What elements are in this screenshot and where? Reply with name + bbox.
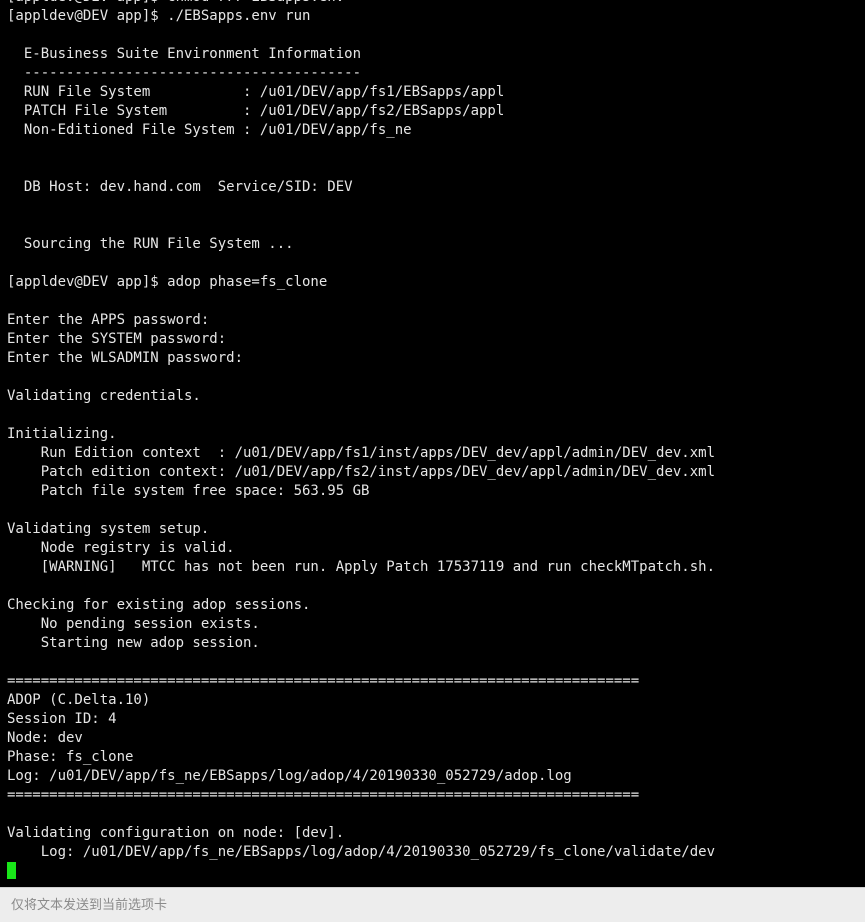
terminal-line-text: Log: /u01/DEV/app/fs_ne/EBSapps/log/adop…: [7, 844, 716, 860]
terminal-line-text: Phase: fs_clone: [7, 749, 134, 765]
terminal-line-text: Initializing.: [7, 426, 117, 442]
terminal-line-text: [WARNING] MTCC has not been run. Apply P…: [7, 559, 716, 575]
terminal-line: Session ID: 4: [7, 710, 865, 729]
terminal-line-text: Node: dev: [7, 730, 83, 746]
terminal-line-text: Starting new adop session.: [7, 635, 260, 651]
terminal-line: Log: /u01/DEV/app/fs_ne/EBSapps/log/adop…: [7, 843, 865, 862]
terminal-line: E-Business Suite Environment Information: [7, 45, 865, 64]
terminal-line: Validating system setup.: [7, 520, 865, 539]
terminal-line-text: Validating system setup.: [7, 521, 210, 537]
terminal-line-text: Non-Editioned File System : /u01/DEV/app…: [7, 122, 412, 138]
terminal-line: RUN File System : /u01/DEV/app/fs1/EBSap…: [7, 83, 865, 102]
terminal-line: ========================================…: [7, 786, 865, 805]
terminal-line: Node: dev: [7, 729, 865, 748]
terminal-line: Patch edition context: /u01/DEV/app/fs2/…: [7, 463, 865, 482]
terminal-line: Checking for existing adop sessions.: [7, 596, 865, 615]
terminal-line: [7, 862, 865, 881]
terminal-line-text: No pending session exists.: [7, 616, 260, 632]
terminal-line-text: Enter the SYSTEM password:: [7, 331, 227, 347]
terminal-line-text: [appldev@DEV app]$ chmod 777 EBSapps.env: [7, 0, 344, 5]
terminal-line: Initializing.: [7, 425, 865, 444]
terminal-line: Enter the WLSADMIN password:: [7, 349, 865, 368]
terminal-line: [WARNING] MTCC has not been run. Apply P…: [7, 558, 865, 577]
terminal-line-text: ----------------------------------------: [7, 65, 362, 81]
terminal-line-text: Session ID: 4: [7, 711, 117, 727]
terminal-line: ----------------------------------------: [7, 64, 865, 83]
send-text-bar: [0, 887, 865, 922]
terminal-line-text: ========================================…: [7, 787, 640, 803]
terminal-line-text: Validating credentials.: [7, 388, 201, 404]
terminal-line-text: ========================================…: [7, 673, 640, 689]
terminal-line: Phase: fs_clone: [7, 748, 865, 767]
terminal-line-text: PATCH File System : /u01/DEV/app/fs2/EBS…: [7, 103, 505, 119]
terminal-line: [appldev@DEV app]$ ./EBSapps.env run: [7, 7, 865, 26]
terminal-line-text: Log: /u01/DEV/app/fs_ne/EBSapps/log/adop…: [7, 768, 572, 784]
terminal-line-text: Validating configuration on node: [dev].: [7, 825, 345, 841]
terminal-line: Node registry is valid.: [7, 539, 865, 558]
terminal-line: Enter the SYSTEM password:: [7, 330, 865, 349]
terminal-line-text: Patch file system free space: 563.95 GB: [7, 483, 370, 499]
terminal-output[interactable]: [appldev@DEV app]$ chmod 777 EBSapps.env…: [0, 0, 865, 884]
terminal-line-text: RUN File System : /u01/DEV/app/fs1/EBSap…: [7, 84, 505, 100]
terminal-line: Validating credentials.: [7, 387, 865, 406]
terminal-line: ========================================…: [7, 672, 865, 691]
terminal-line-text: Patch edition context: /u01/DEV/app/fs2/…: [7, 464, 716, 480]
terminal-line-text: Run Edition context : /u01/DEV/app/fs1/i…: [7, 445, 716, 461]
terminal-line: Patch file system free space: 563.95 GB: [7, 482, 865, 501]
terminal-line: No pending session exists.: [7, 615, 865, 634]
terminal-line: PATCH File System : /u01/DEV/app/fs2/EBS…: [7, 102, 865, 121]
terminal-line-text: E-Business Suite Environment Information: [7, 46, 362, 62]
terminal-line-text: Enter the WLSADMIN password:: [7, 350, 244, 366]
terminal-line: DB Host: dev.hand.com Service/SID: DEV: [7, 178, 865, 197]
terminal-line-text: ADOP (C.Delta.10): [7, 692, 151, 708]
terminal-line-text: [appldev@DEV app]$ adop phase=fs_clone: [7, 274, 328, 290]
terminal-line: Run Edition context : /u01/DEV/app/fs1/i…: [7, 444, 865, 463]
terminal-line-text: Enter the APPS password:: [7, 312, 210, 328]
terminal-line: Log: /u01/DEV/app/fs_ne/EBSapps/log/adop…: [7, 767, 865, 786]
terminal-line: [appldev@DEV app]$ chmod 777 EBSapps.env: [7, 0, 865, 7]
terminal-line-text: Node registry is valid.: [7, 540, 235, 556]
terminal-line: Non-Editioned File System : /u01/DEV/app…: [7, 121, 865, 140]
terminal-line: Sourcing the RUN File System ...: [7, 235, 865, 254]
terminal-line-text: Checking for existing adop sessions.: [7, 597, 311, 613]
terminal-lines: [appldev@DEV app]$ chmod 777 EBSapps.env…: [7, 0, 865, 881]
terminal-line-text: Sourcing the RUN File System ...: [7, 236, 294, 252]
terminal-line-text: DB Host: dev.hand.com Service/SID: DEV: [7, 179, 353, 195]
terminal-line-text: [appldev@DEV app]$ ./EBSapps.env run: [7, 8, 311, 24]
terminal-line: ADOP (C.Delta.10): [7, 691, 865, 710]
terminal-line: Validating configuration on node: [dev].: [7, 824, 865, 843]
terminal-cursor: [7, 862, 16, 879]
terminal-line: [appldev@DEV app]$ adop phase=fs_clone: [7, 273, 865, 292]
terminal-line: Enter the APPS password:: [7, 311, 865, 330]
send-text-input[interactable]: [0, 888, 865, 922]
terminal-line: Starting new adop session.: [7, 634, 865, 653]
